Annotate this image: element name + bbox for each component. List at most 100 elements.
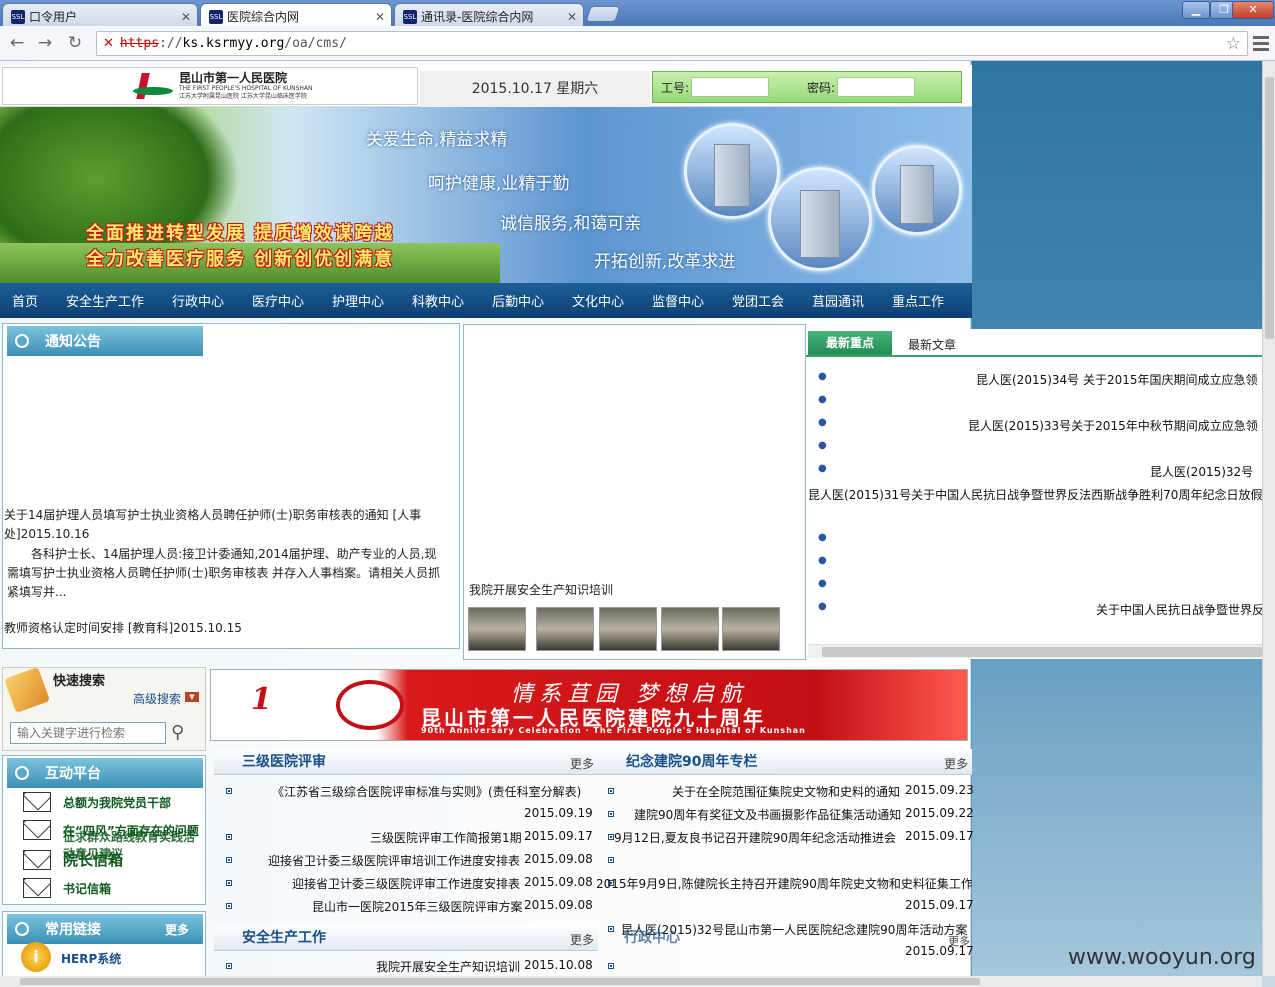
latest-item-link[interactable]: 昆人医(2015)32号	[1150, 463, 1253, 480]
nav-education[interactable]: 科教中心	[412, 291, 464, 310]
photo-thumbnail[interactable]	[536, 607, 594, 651]
nav-safety[interactable]: 安全生产工作	[66, 291, 144, 310]
search-icon[interactable]: ⚲	[171, 722, 193, 744]
list-item-link[interactable]: 关于在全院范围征集院史文物和史料的通知	[672, 783, 900, 800]
hospital-logo[interactable]: 昆山市第一人民医院 THE FIRST PEOPLE'S HOSPITAL OF…	[2, 67, 418, 105]
anniversary-english: 90th Anniversary Celebration · The First…	[421, 726, 806, 735]
nav-home[interactable]: 首页	[12, 291, 38, 310]
anniversary-banner[interactable]: 1 情系苴园 梦想启航 昆山市第一人民医院建院九十周年 90th Anniver…	[210, 669, 968, 741]
interaction-item[interactable]: 院长信箱	[23, 849, 123, 870]
photo-thumbnail[interactable]	[722, 607, 780, 651]
photo-thumbnail[interactable]	[661, 607, 719, 651]
more-link[interactable]: 更多	[948, 933, 970, 949]
nav-medical[interactable]: 医疗中心	[252, 291, 304, 310]
nav-supervision[interactable]: 监督中心	[652, 291, 704, 310]
nav-party[interactable]: 党团工会	[732, 291, 784, 310]
insecure-lock-icon[interactable]: ✕	[103, 36, 114, 51]
list-item-link[interactable]: 三级医院评审工作简报第1期	[370, 829, 522, 846]
list-item-link[interactable]: 建院90周年有奖征文及书画摄影作品征集活动通知	[634, 806, 901, 823]
browser-tab[interactable]: SSL 口令用户 ✕	[2, 3, 198, 26]
advanced-search-link[interactable]: 高级搜索	[133, 690, 181, 707]
notice-item-body: 需填写护士执业资格人员聘任护师(士)职务审核表 并存入人事档案。请相关人员抓	[7, 566, 441, 580]
keyword-search-input[interactable]	[10, 722, 166, 744]
star-icon[interactable]: ☆	[1226, 34, 1241, 54]
latest-item-link[interactable]: 昆人医(2015)33号关于2015年中秋节期间成立应急领	[968, 417, 1258, 434]
logo-name: 昆山市第一人民医院	[179, 70, 288, 85]
latest-item-link[interactable]: 关于中国人民抗日战争暨世界反	[1096, 601, 1262, 618]
list-header-safety: 安全生产工作 更多	[214, 925, 598, 951]
list-item-link[interactable]: 我院开展安全生产知识培训	[376, 958, 520, 975]
dropdown-arrow-icon[interactable]: ▼	[185, 692, 199, 702]
menu-icon[interactable]	[1253, 33, 1269, 53]
notice-panel: 通知公告 关于14届护理人员填写护士执业资格人员聘任护师(士)职务审核表的通知 …	[2, 323, 460, 649]
nav-key-work[interactable]: 重点工作	[892, 291, 944, 310]
interaction-item[interactable]: 书记信箱	[23, 878, 111, 898]
tab-close-icon[interactable]: ✕	[567, 10, 577, 24]
links-more-link[interactable]: 更多	[165, 921, 189, 938]
more-link[interactable]: 更多	[944, 751, 968, 777]
more-link[interactable]: 更多	[570, 751, 594, 777]
notice-item-body: 紧填写并...	[7, 585, 67, 599]
notice-item-link[interactable]: 处]2015.10.16	[4, 525, 89, 544]
tab-close-icon[interactable]: ✕	[375, 10, 385, 24]
nav-logistics[interactable]: 后勤中心	[492, 291, 544, 310]
reload-icon[interactable]: ↻	[64, 32, 86, 54]
employee-id-input[interactable]	[691, 77, 770, 97]
tab-latest-focus[interactable]: 最新重点	[808, 331, 892, 355]
logo-subtitle: THE FIRST PEOPLE'S HOSPITAL OF KUNSHAN	[179, 84, 313, 92]
latest-item-link[interactable]: 昆人医(2015)31号关于中国人民抗日战争暨世界反法西斯战争胜利70周年纪念日…	[808, 486, 1262, 503]
photo-thumbnail[interactable]	[468, 607, 526, 651]
banner-motto: 关爱生命,精益求精	[366, 130, 508, 150]
address-bar[interactable]: ✕ https://ks.ksrmyy.org/oa/cms/ ☆	[96, 31, 1248, 56]
nav-culture[interactable]: 文化中心	[572, 291, 624, 310]
latest-horizontal-scrollbar[interactable]	[808, 644, 1262, 658]
notice-item-link[interactable]: 教师资格认定时间安排 [教育科]2015.10.15	[4, 619, 242, 638]
interaction-link[interactable]: 书记信箱	[63, 880, 111, 897]
interaction-item[interactable]: 在“四风”方面存在的问题 征求群众路线教育实践活动意见建议	[23, 820, 199, 861]
page-horizontal-scrollbar[interactable]	[0, 976, 1262, 987]
envelope-icon	[23, 792, 51, 812]
list-item-link[interactable]: 9月12日,夏友良书记召开建院90周年纪念活动推进会	[614, 829, 896, 846]
latest-panel: 最新重点 最新文章 ● ● ● ● ● ● ● ● ● 昆人医(2015)34号…	[806, 329, 1262, 659]
employee-id-label: 工号:	[661, 80, 690, 95]
browser-tab-active[interactable]: SSL 医院综合内网 ✕	[200, 3, 392, 26]
list-bullet-icon	[226, 788, 232, 794]
tab-close-icon[interactable]: ✕	[181, 10, 191, 24]
photo-thumbnail[interactable]	[599, 607, 657, 651]
password-label: 密码:	[807, 80, 836, 95]
back-icon[interactable]: ←	[6, 32, 28, 54]
latest-item-link[interactable]: 昆人医(2015)34号 关于2015年国庆期间成立应急领	[976, 371, 1258, 388]
list-item-link[interactable]: 2015年9月9日,陈健院长主持召开建院90周年院史文物和史料征集工作	[596, 875, 972, 892]
site-header: 昆山市第一人民医院 THE FIRST PEOPLE'S HOSPITAL OF…	[0, 65, 972, 107]
banner-motto: 开拓创新,改革求进	[594, 252, 736, 272]
minimize-button[interactable]: ▁	[1182, 1, 1210, 19]
info-icon: i	[21, 942, 51, 972]
forward-icon[interactable]: →	[34, 32, 56, 54]
list-item-link[interactable]: 迎接省卫计委三级医院评审培训工作进度安排表	[268, 852, 520, 869]
herp-system-link[interactable]: HERP系统	[61, 950, 121, 967]
list-item-link[interactable]: 昆山市一医院2015年三级医院评审方案	[312, 898, 523, 915]
interaction-item[interactable]: 总额为我院党员干部	[23, 792, 171, 812]
envelope-icon	[23, 878, 51, 898]
notice-item-link[interactable]: 关于14届护理人员填写护士执业资格人员聘任护师(士)职务审核表的通知 [人事	[4, 506, 421, 525]
current-date: 2015.10.17 星期六	[420, 71, 650, 107]
banner-motto: 呵护健康,业精于勤	[428, 174, 570, 194]
interaction-link[interactable]: 院长信箱	[63, 849, 123, 870]
new-tab-button[interactable]	[585, 6, 621, 22]
page-vertical-scrollbar[interactable]	[1262, 61, 1275, 976]
window-close-button[interactable]: ✕	[1232, 1, 1274, 19]
photo-caption[interactable]: 我院开展安全生产知识培训	[469, 581, 613, 598]
nav-nursing[interactable]: 护理中心	[332, 291, 384, 310]
list-item-date: 2015.10.08	[524, 958, 593, 972]
nav-newsletter[interactable]: 苴园通讯	[812, 291, 864, 310]
tab-latest-articles[interactable]: 最新文章	[908, 335, 956, 355]
list-bullet-icon	[226, 857, 232, 863]
more-link[interactable]: 更多	[570, 927, 594, 953]
nav-admin[interactable]: 行政中心	[172, 291, 224, 310]
interaction-link[interactable]: 总额为我院党员干部	[63, 794, 171, 811]
list-item-link[interactable]: 《江苏省三级综合医院评审标准与实则》(责任科室分解表)	[272, 783, 581, 800]
list-bullet-icon	[226, 963, 232, 969]
password-input[interactable]	[837, 77, 916, 97]
list-item-link[interactable]: 迎接省卫计委三级医院评审工作进度安排表	[292, 875, 520, 892]
browser-tab[interactable]: SSL 通讯录-医院综合内网 ✕	[394, 3, 584, 26]
